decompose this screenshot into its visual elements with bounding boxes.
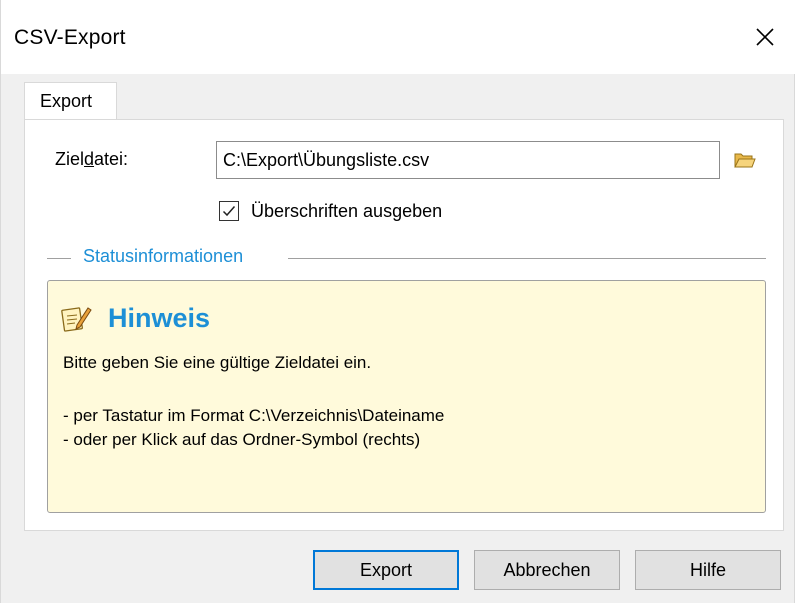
help-button[interactable]: Hilfe xyxy=(635,550,781,590)
hint-line: - per Tastatur im Format C:\Verzeichnis\… xyxy=(63,406,445,425)
checkmark-icon xyxy=(222,206,236,217)
tab-export[interactable]: Export xyxy=(24,82,117,120)
headers-checkbox-label: Überschriften ausgeben xyxy=(251,200,443,221)
browse-folder-button[interactable] xyxy=(726,141,764,179)
divider xyxy=(47,258,71,259)
folder-open-icon xyxy=(734,153,756,168)
hint-line: - oder per Klick auf das Ordner-Symbol (… xyxy=(63,430,421,449)
close-button[interactable] xyxy=(734,0,795,74)
status-group-header: Statusinformationen xyxy=(47,246,766,270)
hint-title: Hinweis xyxy=(108,303,211,333)
window-title: CSV-Export xyxy=(14,26,126,49)
hint-box: Hinweis Bitte geben Sie eine gültige Zie… xyxy=(47,280,766,513)
note-pencil-icon xyxy=(61,307,92,332)
close-icon xyxy=(756,28,774,46)
tab-export-label: Export xyxy=(40,91,93,111)
status-group-title: Statusinformationen xyxy=(83,246,244,266)
cancel-button[interactable]: Abbrechen xyxy=(474,550,620,590)
hint-text: Bitte geben Sie eine gültige Zieldatei e… xyxy=(63,353,372,372)
headers-checkbox-row[interactable]: Überschriften ausgeben xyxy=(219,197,442,225)
title-bar: CSV-Export xyxy=(1,0,795,74)
target-file-label: Zieldatei: xyxy=(55,149,129,169)
export-button[interactable]: Export xyxy=(313,550,459,590)
csv-export-dialog: CSV-Export Export Zieldatei: Überschrift… xyxy=(0,0,795,603)
headers-checkbox[interactable] xyxy=(219,201,239,221)
target-file-input[interactable] xyxy=(216,141,720,179)
divider xyxy=(288,258,766,259)
